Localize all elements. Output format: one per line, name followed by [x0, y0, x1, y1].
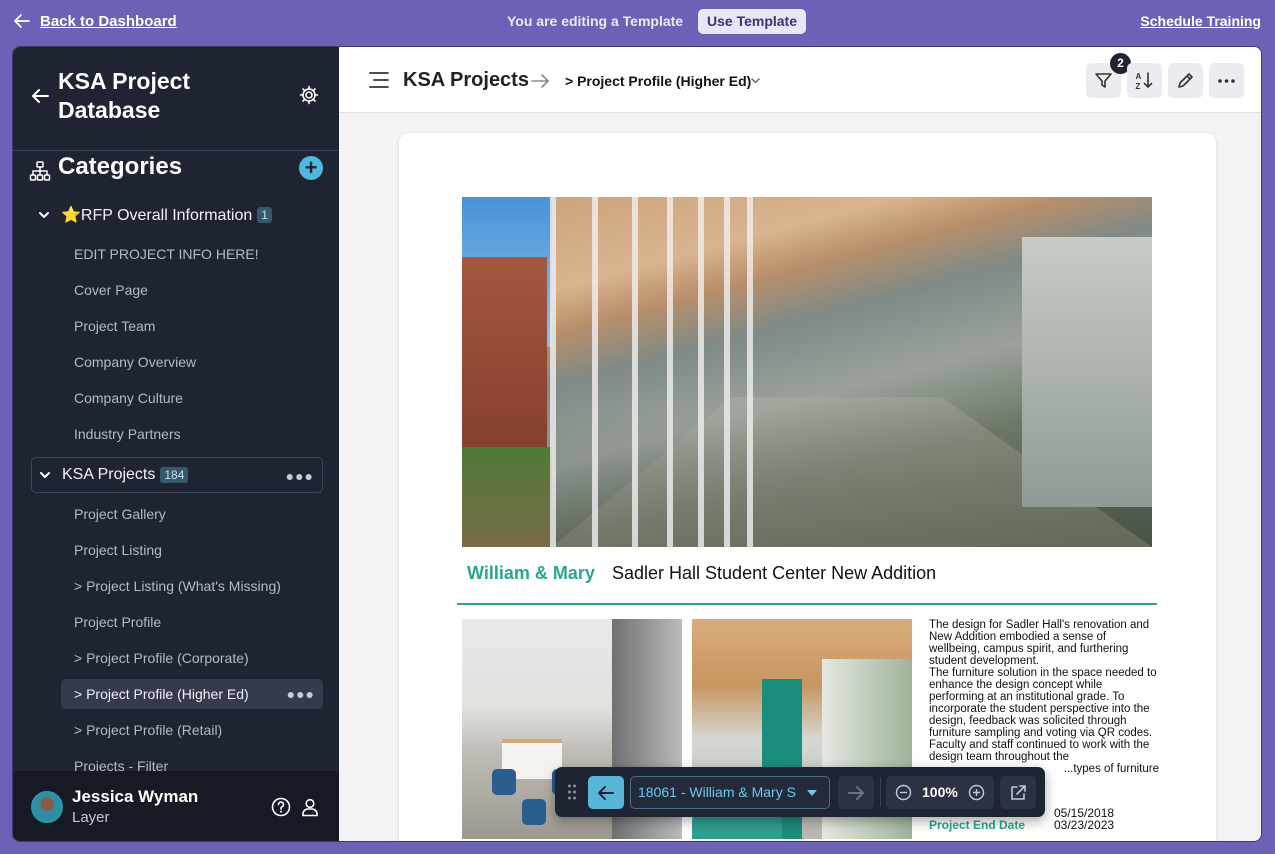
profile-page: William & Mary Sadler Hall Student Cente… — [399, 133, 1216, 841]
record-navigator: 18061 - William & Mary S 100% — [555, 767, 1045, 817]
help-icon[interactable] — [271, 797, 291, 817]
section-count-badge: 184 — [160, 467, 189, 483]
sidebar-item-industry-partners[interactable]: Industry Partners — [61, 419, 323, 449]
section-ksa-projects[interactable]: KSA Projects 184 ●●● — [31, 457, 323, 493]
zoom-out-icon[interactable] — [895, 784, 912, 801]
avatar[interactable] — [31, 791, 63, 823]
section-label: KSA Projects — [62, 466, 156, 483]
arrow-left-icon — [598, 786, 614, 800]
page-title[interactable]: KSA Projects — [403, 69, 529, 92]
sidebar-item-project-team[interactable]: Project Team — [61, 311, 323, 341]
sidebar-item-project-profile[interactable]: Project Profile — [61, 607, 323, 637]
description-paragraph: The furniture solution in the space need… — [929, 667, 1157, 763]
arrow-left-icon[interactable] — [29, 85, 51, 107]
section-rfp-overall-information[interactable]: ⭐RFP Overall Information 1 — [31, 197, 323, 233]
pencil-icon — [1178, 73, 1193, 88]
project-end-date: 03/23/2023 — [1054, 818, 1115, 832]
user-name: Jessica Wyman — [72, 787, 199, 806]
school-name: William & Mary — [467, 563, 595, 583]
zoom-level: 100% — [922, 784, 958, 800]
open-external-icon — [1011, 785, 1026, 800]
open-external-button[interactable] — [1000, 776, 1036, 809]
sidebar-item-label: > Project Profile (Higher Ed) — [74, 686, 249, 702]
filter-button[interactable]: 2 — [1086, 53, 1131, 98]
sidebar-item-cover-page[interactable]: Cover Page — [61, 275, 323, 305]
arrow-left-icon — [14, 14, 30, 28]
next-record-button[interactable] — [838, 776, 874, 809]
sidebar-item-project-profile-higher-ed[interactable]: > Project Profile (Higher Ed) ●●● — [61, 679, 323, 709]
project-name: Sadler Hall Student Center New Addition — [612, 563, 937, 583]
more-icon[interactable]: ●●● — [286, 468, 314, 484]
chevron-down-icon[interactable] — [38, 468, 52, 482]
gear-icon[interactable] — [299, 85, 319, 105]
project-description: The design for Sadler Hall's renovation … — [929, 619, 1159, 775]
use-template-button[interactable]: Use Template — [698, 9, 806, 34]
add-category-button[interactable]: + — [299, 156, 323, 180]
more-options-button[interactable] — [1209, 63, 1244, 98]
schedule-training-link[interactable]: Schedule Training — [1140, 13, 1261, 29]
app-frame: KSA Project Database Categories + ⭐RFP O… — [12, 46, 1262, 842]
zoom-in-icon[interactable] — [968, 784, 985, 801]
edit-button[interactable] — [1168, 63, 1203, 98]
categories-heading: Categories — [58, 153, 183, 180]
chevron-down-icon[interactable] — [751, 78, 760, 84]
main-header: KSA Projects > Project Profile (Higher E… — [339, 47, 1261, 113]
svg-text:Z: Z — [1136, 82, 1141, 90]
previous-record-button[interactable] — [588, 776, 624, 809]
section-count-badge: 1 — [257, 207, 272, 223]
hierarchy-icon — [29, 161, 51, 181]
divider — [457, 603, 1157, 605]
record-select-value: 18061 - William & Mary S — [638, 784, 796, 800]
record-select[interactable]: 18061 - William & Mary S — [630, 776, 830, 809]
user-panel: Jessica Wyman Layer — [13, 771, 339, 841]
sidebar-item-project-profile-retail[interactable]: > Project Profile (Retail) — [61, 715, 323, 745]
top-bar: Back to Dashboard You are editing a Temp… — [0, 0, 1275, 44]
view-name[interactable]: > Project Profile (Higher Ed) — [565, 73, 751, 89]
zoom-control: 100% — [886, 776, 994, 809]
sidebar: KSA Project Database Categories + ⭐RFP O… — [13, 47, 339, 841]
filter-icon — [1095, 73, 1112, 88]
sidebar-item-project-gallery[interactable]: Project Gallery — [61, 499, 323, 529]
sidebar-item-edit-project-info[interactable]: EDIT PROJECT INFO HERE! — [61, 239, 323, 269]
sidebar-item-project-listing-missing[interactable]: > Project Listing (What's Missing) — [61, 571, 323, 601]
sidebar-item-project-profile-corporate[interactable]: > Project Profile (Corporate) — [61, 643, 323, 673]
chevron-down-icon[interactable] — [37, 208, 51, 222]
menu-icon[interactable] — [369, 71, 389, 89]
plus-icon: + — [304, 155, 318, 180]
more-icon — [1218, 79, 1235, 83]
project-end-date-label: Project End Date — [929, 818, 1026, 832]
svg-text:A: A — [1136, 72, 1142, 81]
grip-icon[interactable] — [567, 783, 577, 801]
sort-az-icon: A Z — [1136, 72, 1153, 90]
sort-button[interactable]: A Z — [1127, 63, 1162, 98]
sidebar-item-company-culture[interactable]: Company Culture — [61, 383, 323, 413]
editing-notice: You are editing a Template — [507, 13, 684, 29]
person-icon[interactable] — [300, 797, 320, 817]
user-organization: Layer — [72, 809, 110, 826]
sidebar-item-project-listing[interactable]: Project Listing — [61, 535, 323, 565]
sidebar-header: KSA Project Database — [13, 47, 339, 151]
back-label: Back to Dashboard — [40, 12, 177, 30]
chevron-down-icon — [807, 790, 817, 796]
description-paragraph: The design for Sadler Hall's renovation … — [929, 619, 1150, 667]
database-title: KSA Project Database — [58, 68, 191, 123]
hero-photo — [462, 197, 1152, 547]
sidebar-item-company-overview[interactable]: Company Overview — [61, 347, 323, 377]
arrow-right-icon — [848, 786, 864, 800]
section-label: ⭐RFP Overall Information — [61, 207, 253, 224]
more-icon[interactable]: ●●● — [287, 679, 315, 709]
back-to-dashboard-link[interactable]: Back to Dashboard — [12, 11, 177, 31]
arrow-right-icon — [531, 74, 549, 88]
